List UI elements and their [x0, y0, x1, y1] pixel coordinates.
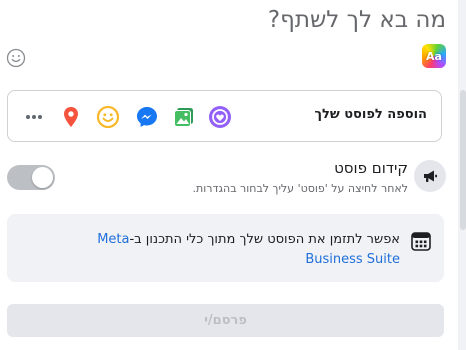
background-color-picker[interactable]: Aa — [422, 44, 446, 68]
schedule-info-text: אפשר לתזמן את הפוסט שלך מתוך כלי התכנון … — [40, 230, 400, 270]
composer-placeholder[interactable]: מה בא לך לשתף? — [268, 6, 446, 34]
megaphone-icon — [414, 160, 446, 192]
boost-post-description: לאחר לחיצה על 'פוסט' עליך לבחור בהגדרות. — [192, 182, 408, 195]
photo-video-icon[interactable] — [172, 105, 196, 129]
schedule-info-box: אפשר לתזמן את הפוסט שלך מתוך כלי התכנון … — [7, 214, 444, 282]
toggle-knob — [32, 167, 53, 188]
location-pin-icon[interactable] — [59, 105, 83, 129]
schedule-info-prefix: אפשר לתזמן את הפוסט שלך מתוך כלי התכנון … — [129, 232, 400, 247]
messenger-icon[interactable] — [135, 105, 159, 129]
boost-post-title: קידום פוסט — [334, 159, 408, 177]
publish-button[interactable]: פרסם/י — [7, 304, 444, 337]
avatar-sticker-icon[interactable] — [208, 105, 232, 129]
add-to-post-label: הוספה לפוסט שלך — [314, 107, 427, 122]
scrollbar-track[interactable] — [458, 0, 466, 350]
bg-picker-label: Aa — [426, 49, 442, 63]
add-to-post-bar: הוספה לפוסט שלך — [7, 90, 442, 142]
feeling-emoji-icon[interactable] — [96, 105, 120, 129]
scrollbar-thumb[interactable] — [460, 90, 466, 230]
calendar-icon — [410, 230, 432, 252]
more-options-icon[interactable] — [22, 105, 46, 129]
boost-post-toggle[interactable] — [7, 165, 55, 190]
emoji-picker-icon[interactable] — [6, 48, 26, 68]
